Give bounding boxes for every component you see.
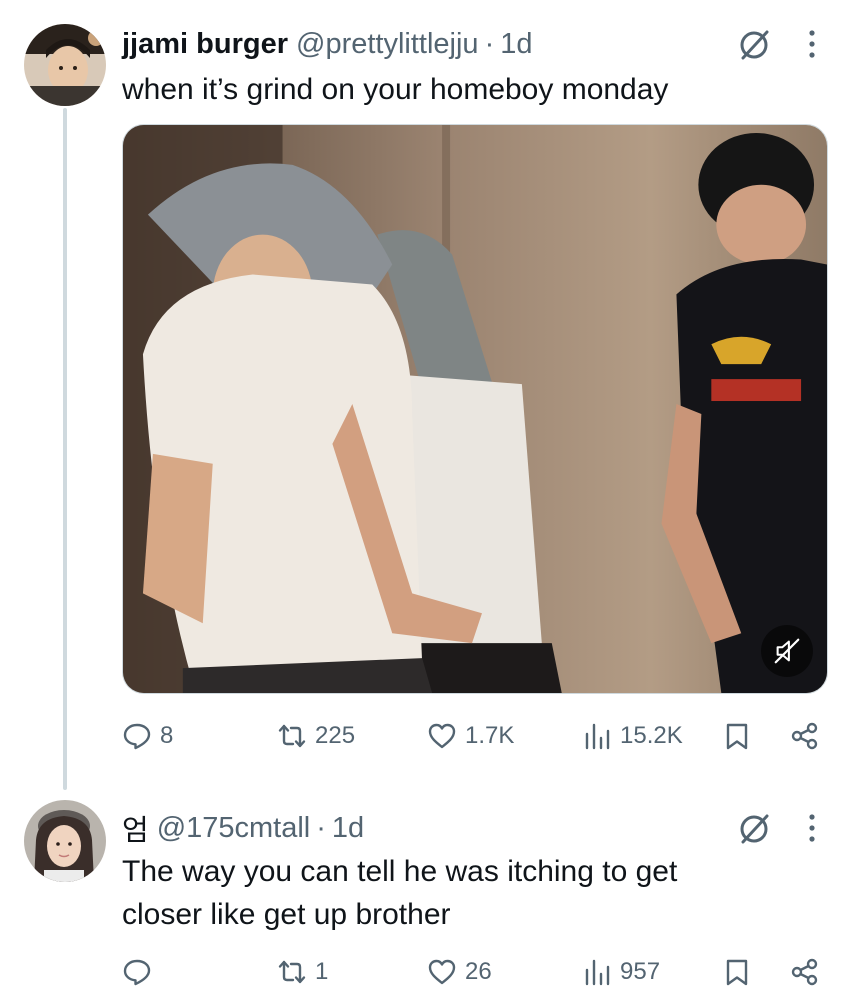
like-count: 1.7K <box>465 722 515 749</box>
mute-button[interactable] <box>761 625 813 677</box>
action-bar: 1 26 957 <box>122 950 832 994</box>
tweet-text: when it’s grind on your homeboy monday <box>122 73 669 106</box>
reply-button[interactable] <box>122 950 160 994</box>
views-icon <box>585 959 610 986</box>
avatar[interactable] <box>24 800 106 882</box>
views-count: 957 <box>620 958 661 985</box>
bookmark-icon <box>726 723 748 750</box>
tweet-text-line: closer like get up brother <box>122 898 451 931</box>
display-name[interactable]: 엄 <box>122 807 149 849</box>
tweet-video[interactable] <box>122 124 828 694</box>
repost-button[interactable]: 225 <box>277 714 355 758</box>
bookmark-button[interactable] <box>722 950 752 994</box>
views-count: 15.2K <box>620 722 683 749</box>
bookmark-icon <box>726 959 748 986</box>
repost-count: 1 <box>315 958 329 985</box>
reply-icon <box>123 723 151 750</box>
tweet-text: The way you can tell he was itching to g… <box>122 850 677 936</box>
timestamp[interactable]: 1d <box>332 812 364 845</box>
tweet-header: 엄 @175cmtall · 1d <box>122 808 364 848</box>
share-button[interactable] <box>790 950 820 994</box>
heart-icon <box>428 723 456 749</box>
bookmark-button[interactable] <box>722 714 752 758</box>
user-handle[interactable]: @prettylittlejju <box>296 28 479 61</box>
more-icon[interactable] <box>805 808 819 848</box>
views-icon <box>585 723 610 750</box>
repost-button[interactable]: 1 <box>277 950 328 994</box>
share-button[interactable] <box>790 714 820 758</box>
repost-icon <box>278 724 306 748</box>
video-frame <box>123 125 827 693</box>
tweet-reply[interactable]: 엄 @175cmtall · 1d The way you can tell h… <box>0 790 852 997</box>
views-button[interactable]: 15.2K <box>582 714 683 758</box>
grok-icon[interactable] <box>735 810 773 848</box>
separator-dot: · <box>484 27 495 60</box>
share-icon <box>791 958 818 986</box>
separator-dot: · <box>316 811 326 844</box>
display-name[interactable]: jjami burger <box>122 28 288 61</box>
repost-count: 225 <box>315 722 356 749</box>
like-button[interactable]: 1.7K <box>427 714 514 758</box>
views-button[interactable]: 957 <box>582 950 660 994</box>
action-bar: 8 225 1.7K 15.2K <box>122 714 832 758</box>
reply-icon <box>123 959 151 986</box>
user-handle[interactable]: @175cmtall <box>157 812 311 845</box>
more-icon[interactable] <box>805 24 819 64</box>
heart-icon <box>428 959 456 985</box>
tweet-text-line: The way you can tell he was itching to g… <box>122 855 678 888</box>
like-button[interactable]: 26 <box>427 950 492 994</box>
avatar[interactable] <box>24 24 106 106</box>
tweet-header: jjami burger @prettylittlejju · 1d <box>122 24 533 64</box>
grok-icon[interactable] <box>735 26 773 64</box>
repost-icon <box>278 960 306 984</box>
thread-connector-line <box>63 108 67 790</box>
mute-icon <box>774 638 800 664</box>
reply-button[interactable]: 8 <box>122 714 173 758</box>
reply-count: 8 <box>160 722 174 749</box>
timestamp[interactable]: 1d <box>500 28 532 61</box>
like-count: 26 <box>465 958 492 985</box>
share-icon <box>791 722 818 750</box>
tweet-main[interactable]: jjami burger @prettylittlejju · 1d when … <box>0 0 852 790</box>
